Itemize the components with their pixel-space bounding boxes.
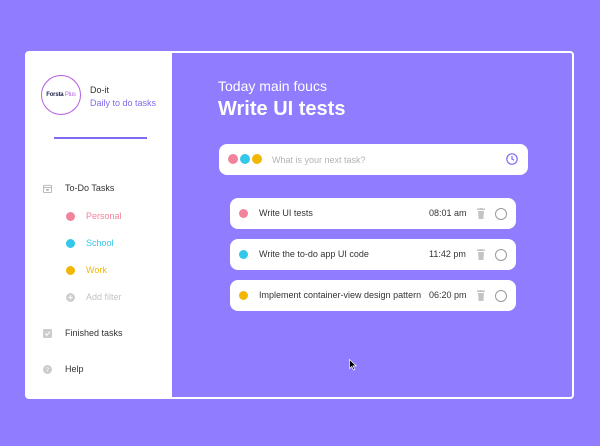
clock-icon[interactable]: [506, 153, 518, 165]
help-icon: ?: [43, 364, 52, 374]
task-color-dot: [239, 291, 248, 300]
app-window: Forsta Plus Do-it Daily to do tasks To-D…: [25, 51, 574, 399]
add-filter-label: Add filter: [86, 292, 122, 302]
new-task-bar: [219, 144, 528, 175]
checklist-icon: [43, 328, 52, 338]
svg-text:?: ?: [46, 367, 49, 374]
sidebar-item-label: To-Do Tasks: [65, 183, 115, 193]
task-time: 06:20 pm: [429, 290, 467, 300]
brand-logo: Forsta Plus: [41, 75, 81, 115]
mouse-cursor-icon: [349, 359, 357, 371]
task-time: 08:01 am: [429, 208, 467, 218]
task-title: Implement container-view design pattern: [259, 290, 422, 300]
filter-school[interactable]: School: [66, 238, 114, 248]
task-time: 11:42 pm: [429, 249, 466, 259]
sidebar: Forsta Plus Do-it Daily to do tasks To-D…: [27, 53, 172, 397]
task-color-dot: [239, 209, 248, 218]
work-color-dot: [66, 265, 75, 275]
logo-text: Forsta Plus: [46, 92, 76, 98]
filter-label: Personal: [86, 211, 122, 221]
complete-checkbox[interactable]: [495, 249, 507, 261]
personal-color-dot: [66, 211, 75, 221]
filter-label: School: [86, 238, 114, 248]
school-color-dot: [66, 238, 75, 248]
filter-work[interactable]: Work: [66, 265, 107, 275]
trash-icon[interactable]: [476, 249, 486, 260]
add-filter-button[interactable]: Add filter: [66, 292, 122, 302]
add-icon: [66, 292, 75, 302]
category-picker[interactable]: [228, 154, 264, 164]
filter-label: Work: [86, 265, 107, 275]
sidebar-item-label: Help: [65, 364, 84, 374]
task-color-dot: [239, 250, 248, 259]
task-item[interactable]: Write the to-do app UI code 11:42 pm: [230, 239, 516, 270]
filter-personal[interactable]: Personal: [66, 211, 122, 221]
work-category-dot[interactable]: [252, 154, 262, 164]
focus-subtitle: Today main foucs: [218, 78, 327, 94]
app-subtitle: Daily to do tasks: [90, 98, 157, 108]
complete-checkbox[interactable]: [495, 208, 507, 220]
sidebar-divider: [54, 137, 147, 139]
task-item[interactable]: Implement container-view design pattern …: [230, 280, 516, 311]
trash-icon[interactable]: [476, 208, 486, 219]
task-title: Write the to-do app UI code: [259, 249, 369, 259]
sidebar-item-label: Finished tasks: [65, 328, 123, 338]
school-category-dot[interactable]: [240, 154, 250, 164]
app-name: Do-it: [90, 85, 110, 95]
task-item[interactable]: Write UI tests 08:01 am: [230, 198, 516, 229]
trash-icon[interactable]: [476, 290, 486, 301]
task-title: Write UI tests: [259, 208, 313, 218]
new-task-input[interactable]: [272, 152, 492, 167]
focus-title: Write UI tests: [218, 98, 346, 120]
sidebar-item-finished[interactable]: Finished tasks: [43, 328, 123, 338]
complete-checkbox[interactable]: [495, 290, 507, 302]
sidebar-item-help[interactable]: ? Help: [43, 364, 84, 374]
sidebar-item-todo[interactable]: To-Do Tasks: [43, 183, 114, 193]
personal-category-dot[interactable]: [228, 154, 238, 164]
calendar-icon: [43, 184, 52, 193]
